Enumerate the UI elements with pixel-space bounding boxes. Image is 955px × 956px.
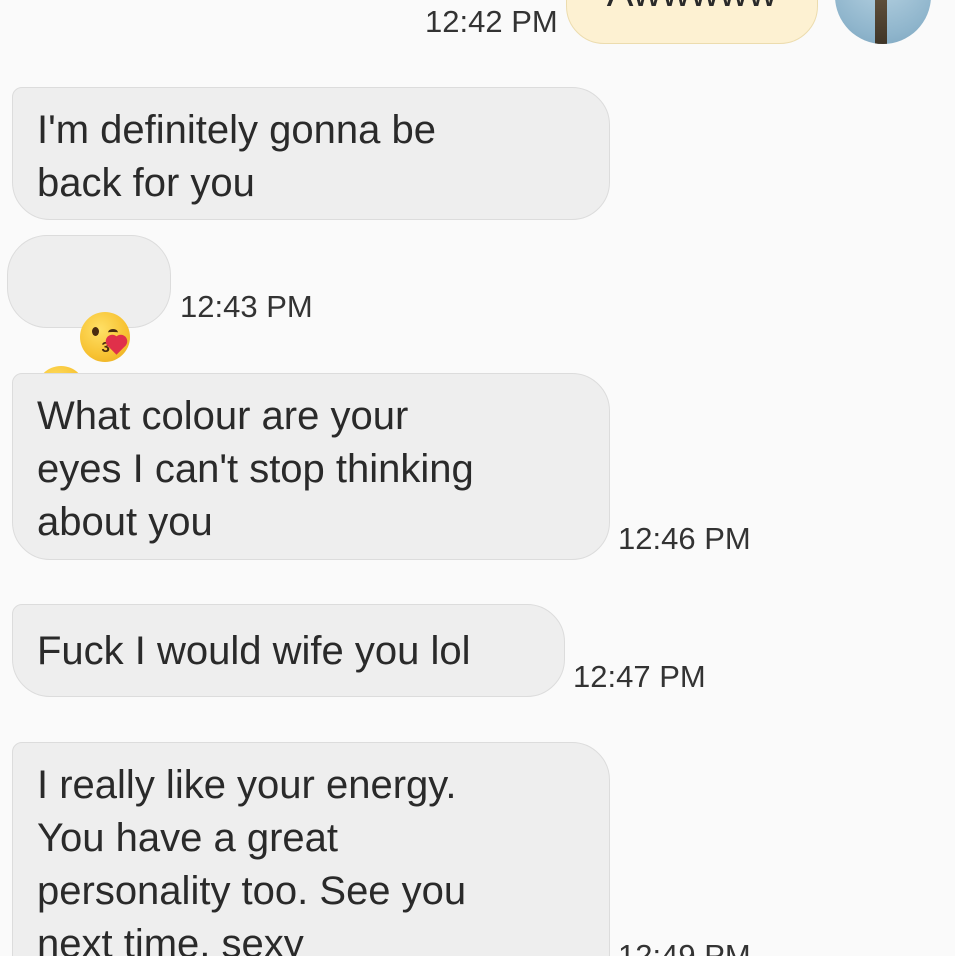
incoming-message-bubble[interactable]: Fuck I would wife you lol: [12, 604, 565, 697]
conversation-view: 12:42 PM Awwwww I'm definitely gonna be …: [0, 0, 955, 956]
incoming-emoji-bubble[interactable]: 33: [7, 235, 171, 416]
outgoing-message-bubble[interactable]: Awwwww: [566, 0, 818, 44]
message-time: 12:42 PM: [425, 4, 558, 39]
message-time: 12:46 PM: [618, 521, 751, 556]
message-time: 12:49 PM: [618, 938, 751, 956]
incoming-message-bubble[interactable]: I really like your energy. You have a gr…: [12, 742, 610, 956]
kissing-heart-emoji-icon: 3: [80, 312, 131, 363]
contact-avatar[interactable]: [835, 0, 931, 44]
message-time: 12:47 PM: [573, 659, 706, 694]
incoming-message-bubble[interactable]: I'm definitely gonna be back for you: [12, 87, 610, 220]
incoming-message-bubble[interactable]: What colour are your eyes I can't stop t…: [12, 373, 610, 560]
avatar-figure-icon: [875, 0, 887, 44]
message-time: 12:43 PM: [180, 289, 313, 324]
